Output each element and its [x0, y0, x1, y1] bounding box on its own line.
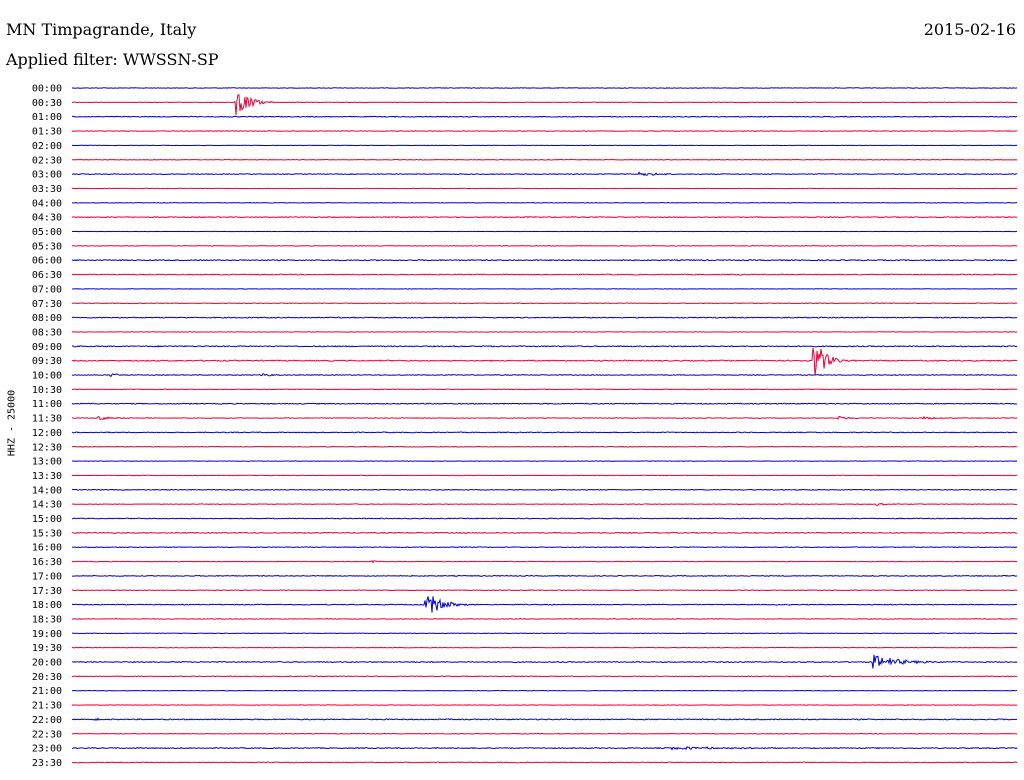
row-label-2230: 22:30: [32, 729, 62, 740]
row-label-1600: 16:00: [32, 543, 62, 554]
trace-2200: [71, 717, 1018, 722]
row-label-1730: 17:30: [32, 586, 62, 597]
trace-0030: [71, 94, 1018, 116]
row-label-1330: 13:30: [32, 471, 62, 482]
row-label-0900: 09:00: [32, 342, 62, 353]
row-label-1000: 10:00: [32, 371, 62, 382]
row-label-1930: 19:30: [32, 643, 62, 654]
trace-0230: [71, 158, 1018, 161]
trace-1130: [71, 415, 1018, 421]
row-label-1630: 16:30: [32, 557, 62, 568]
seismic-traces: [71, 87, 1018, 764]
row-label-1700: 17:00: [32, 571, 62, 582]
row-label-0400: 04:00: [32, 198, 62, 209]
row-label-2100: 21:00: [32, 686, 62, 697]
trace-2130: [71, 704, 1018, 706]
trace-0600: [71, 259, 1018, 262]
row-label-0830: 08:30: [32, 327, 62, 338]
row-label-0800: 08:00: [32, 313, 62, 324]
row-label-0500: 05:00: [32, 227, 62, 238]
trace-0930: [71, 347, 1018, 376]
row-label-1900: 19:00: [32, 629, 62, 640]
trace-1800: [71, 596, 1018, 613]
row-label-0130: 01:30: [32, 127, 62, 138]
row-label-1130: 11:30: [32, 414, 62, 425]
row-label-2330: 23:30: [32, 758, 62, 769]
row-label-0700: 07:00: [32, 284, 62, 295]
trace-0630: [71, 273, 1018, 276]
row-label-0430: 04:30: [32, 213, 62, 224]
row-label-0930: 09:30: [32, 356, 62, 367]
row-label-0630: 06:30: [32, 270, 62, 281]
trace-1930: [71, 646, 1018, 649]
trace-2330: [71, 761, 1018, 764]
row-label-0100: 01:00: [32, 112, 62, 123]
row-label-1100: 11:00: [32, 399, 62, 410]
trace-0100: [71, 115, 1018, 118]
row-label-1800: 18:00: [32, 600, 62, 611]
trace-1900: [71, 632, 1018, 635]
row-label-2030: 20:30: [32, 672, 62, 683]
trace-0430: [71, 216, 1018, 219]
trace-0000: [71, 87, 1018, 89]
row-label-2200: 22:00: [32, 715, 62, 726]
row-label-1230: 12:30: [32, 442, 62, 453]
row-label-1430: 14:30: [32, 500, 62, 511]
trace-2300: [71, 746, 1018, 751]
row-label-1830: 18:30: [32, 614, 62, 625]
row-label-0600: 06:00: [32, 256, 62, 267]
trace-1430: [71, 502, 1018, 507]
trace-2230: [71, 732, 1018, 735]
trace-0300: [71, 171, 1018, 177]
trace-1000: [71, 373, 1018, 378]
row-label-0530: 05:30: [32, 241, 62, 252]
row-label-0030: 00:30: [32, 98, 62, 109]
row-label-0230: 02:30: [32, 155, 62, 166]
trace-0900: [71, 345, 1018, 348]
trace-0800: [71, 316, 1018, 319]
row-label-0300: 03:00: [32, 170, 62, 181]
helicorder-plot: 00:00 00:30 01:00 01:30 02:00 02:30 03:00 03:30…: [32, 84, 1018, 769]
trace-1100: [71, 402, 1018, 405]
row-label-1200: 12:00: [32, 428, 62, 439]
row-label-1300: 13:00: [32, 457, 62, 468]
row-label-2300: 23:00: [32, 744, 62, 755]
row-label-0730: 07:30: [32, 299, 62, 310]
trace-1200: [71, 431, 1018, 434]
trace-1630: [71, 559, 1018, 564]
row-label-2130: 21:30: [32, 701, 62, 712]
trace-1700: [71, 574, 1017, 577]
trace-0730: [71, 302, 1018, 305]
trace-0130: [71, 130, 1018, 132]
trace-1230: [71, 445, 1018, 448]
trace-1030: [71, 388, 1018, 391]
trace-1500: [71, 517, 1018, 520]
trace-1600: [71, 546, 1018, 549]
trace-2030: [71, 675, 1018, 678]
trace-1830: [71, 618, 1018, 620]
row-label-0000: 00:00: [32, 84, 62, 95]
row-label-0200: 02:00: [32, 141, 62, 152]
trace-2000: [71, 654, 1018, 669]
row-label-1030: 10:30: [32, 385, 62, 396]
row-label-1500: 15:00: [32, 514, 62, 525]
row-label-0330: 03:30: [32, 184, 62, 195]
row-labels: 00:00 00:30 01:00 01:30 02:00 02:30 03:00 03:30…: [32, 84, 62, 769]
row-label-1400: 14:00: [32, 485, 62, 496]
trace-1330: [71, 474, 1018, 477]
trace-0530: [71, 245, 1018, 247]
trace-1730: [71, 589, 1018, 592]
trace-1400: [71, 488, 1018, 491]
row-label-1530: 15:30: [32, 528, 62, 539]
trace-1530: [71, 531, 1018, 534]
row-label-2000: 20:00: [32, 658, 62, 669]
